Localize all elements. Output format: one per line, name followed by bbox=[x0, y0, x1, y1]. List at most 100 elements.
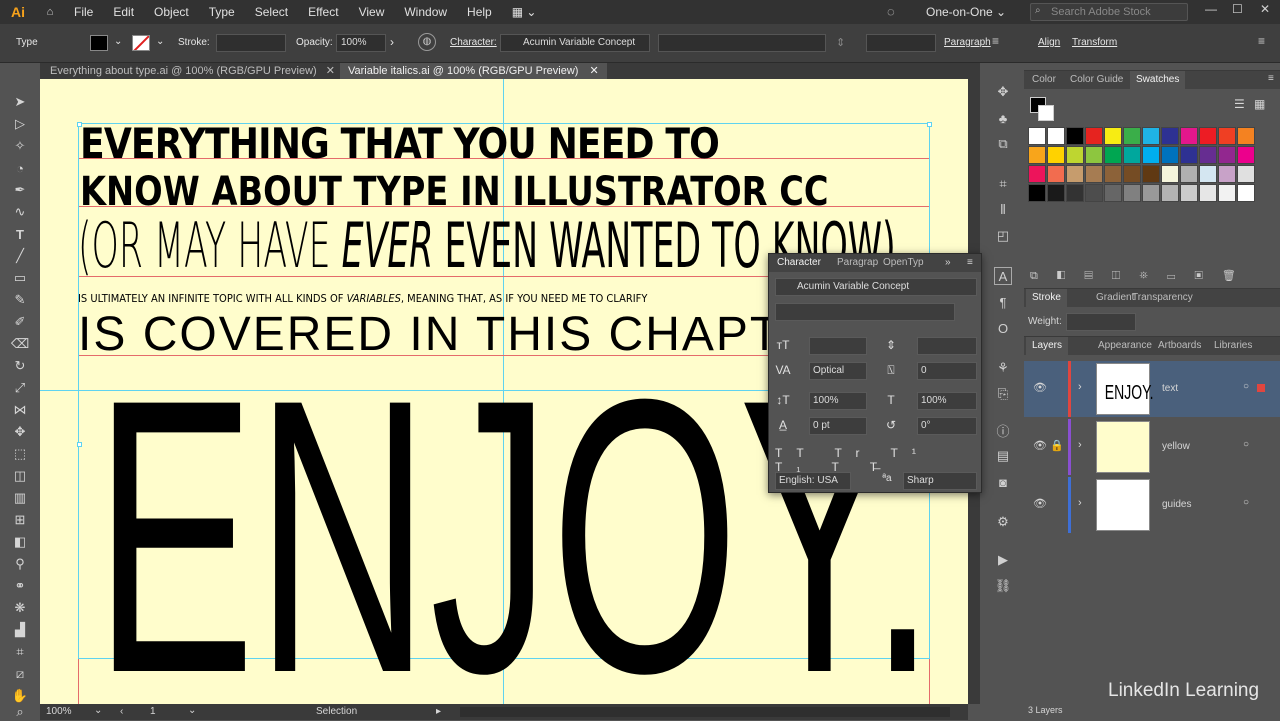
tab-swatches[interactable]: Swatches bbox=[1130, 71, 1186, 89]
color-swatch[interactable] bbox=[1104, 165, 1122, 183]
symbol-sprayer-icon[interactable]: ❋ bbox=[11, 599, 29, 617]
fill-dropdown-icon[interactable]: ⌄ bbox=[114, 36, 122, 47]
color-swatch[interactable] bbox=[1180, 146, 1198, 164]
color-swatch[interactable] bbox=[1066, 165, 1084, 183]
font-family-field[interactable]: Acumin Variable Concept bbox=[500, 34, 650, 52]
info-icon[interactable]: ⓘ bbox=[994, 421, 1012, 439]
text-style-buttons[interactable]: TT Tr T¹ T₁ T T̶ bbox=[775, 446, 981, 474]
color-swatch[interactable] bbox=[1218, 184, 1236, 202]
zoom-dropdown-icon[interactable]: ⌄ bbox=[94, 705, 102, 716]
align-label[interactable]: Align bbox=[1038, 37, 1060, 48]
leading-input[interactable] bbox=[917, 337, 977, 355]
menu-effect[interactable]: Effect bbox=[298, 0, 348, 24]
stroke-weight-field[interactable] bbox=[216, 34, 286, 52]
eyedropper-icon[interactable]: ⚲ bbox=[11, 555, 29, 573]
graphic-styles-icon[interactable]: ⚘ bbox=[994, 359, 1012, 377]
list-view-icon[interactable]: ☰ bbox=[1234, 97, 1245, 111]
opentype-panel-icon[interactable]: O bbox=[994, 319, 1012, 337]
selection-handle[interactable] bbox=[77, 122, 82, 127]
graph-tool-icon[interactable]: ▟ bbox=[11, 621, 29, 639]
panel-menu-icon[interactable]: ≡ bbox=[1268, 73, 1274, 84]
tab-everything-about-type[interactable]: Everything about type.ai @ 100% (RGB/GPU… bbox=[42, 63, 343, 79]
color-swatch[interactable] bbox=[1066, 184, 1084, 202]
menu-type[interactable]: Type bbox=[199, 0, 245, 24]
scale-tool-icon[interactable]: ⤢ bbox=[11, 379, 29, 397]
layer-name[interactable]: guides bbox=[1162, 499, 1191, 510]
selection-handle[interactable] bbox=[77, 442, 82, 447]
selection-handle[interactable] bbox=[927, 122, 932, 127]
color-swatch[interactable] bbox=[1161, 165, 1179, 183]
color-swatch[interactable] bbox=[1028, 165, 1046, 183]
antialias-select[interactable]: Sharp bbox=[903, 472, 977, 490]
fill-swatch[interactable] bbox=[90, 35, 108, 51]
arrange-documents-icon[interactable]: ▦ ⌄ bbox=[502, 0, 547, 24]
zoom-level[interactable]: 100% bbox=[46, 706, 72, 717]
artboard-tool-icon[interactable]: ⌗ bbox=[11, 643, 29, 661]
status-menu-arrow-icon[interactable]: ▸ bbox=[436, 706, 441, 717]
menu-file[interactable]: File bbox=[64, 0, 103, 24]
color-swatch[interactable] bbox=[1123, 127, 1141, 145]
language-select[interactable]: English: USA bbox=[775, 472, 851, 490]
tab-color[interactable]: Color bbox=[1026, 71, 1062, 89]
panel-menu-icon[interactable]: ≡ bbox=[967, 257, 973, 268]
color-swatch[interactable] bbox=[1199, 127, 1217, 145]
color-swatch[interactable] bbox=[1218, 165, 1236, 183]
expand-arrow-icon[interactable]: › bbox=[1078, 497, 1082, 509]
attributes-icon[interactable]: ◙ bbox=[994, 473, 1012, 491]
font-size-input[interactable] bbox=[809, 337, 867, 355]
color-swatch[interactable] bbox=[1142, 127, 1160, 145]
tab-variable-italics[interactable]: Variable italics.ai @ 100% (RGB/GPU Prev… bbox=[340, 63, 607, 79]
horizontal-scrollbar[interactable] bbox=[460, 707, 950, 717]
color-swatch[interactable] bbox=[1218, 146, 1236, 164]
rotate-tool-icon[interactable]: ↻ bbox=[11, 357, 29, 375]
artboard-dropdown-icon[interactable]: ⌄ bbox=[188, 705, 196, 716]
color-swatch[interactable] bbox=[1161, 146, 1179, 164]
stroke-color-swatch[interactable] bbox=[1038, 105, 1054, 121]
minimize-icon[interactable]: — bbox=[1205, 2, 1217, 16]
eraser-icon[interactable]: ⌫ bbox=[11, 335, 29, 353]
vertical-scale-input[interactable]: 100% bbox=[809, 392, 867, 410]
zoom-tool-icon[interactable]: ⌕ bbox=[11, 703, 29, 721]
baseline-shift-input[interactable]: 0 pt bbox=[809, 417, 867, 435]
tab-color-guide[interactable]: Color Guide bbox=[1064, 71, 1129, 89]
actions-play-icon[interactable]: ▶ bbox=[994, 551, 1012, 569]
links-icon[interactable]: ⎘ bbox=[994, 385, 1012, 403]
puppet-icon[interactable]: ✥ bbox=[994, 83, 1012, 101]
font-size-field[interactable] bbox=[866, 34, 936, 52]
curvature-tool-icon[interactable]: ∿ bbox=[11, 203, 29, 221]
selection-tool-icon[interactable]: ➤ bbox=[11, 93, 29, 111]
stroke-dropdown-icon[interactable]: ⌄ bbox=[156, 36, 164, 47]
color-swatch[interactable] bbox=[1123, 184, 1141, 202]
color-swatch[interactable] bbox=[1104, 146, 1122, 164]
color-swatch[interactable] bbox=[1123, 165, 1141, 183]
artboard-number[interactable]: 1 bbox=[150, 706, 156, 717]
menu-view[interactable]: View bbox=[349, 0, 395, 24]
grid-view-icon[interactable]: ▦ bbox=[1254, 97, 1265, 111]
color-swatch[interactable] bbox=[1104, 184, 1122, 202]
tab-opentype[interactable]: OpenTyp bbox=[879, 254, 928, 272]
color-swatch[interactable] bbox=[1237, 146, 1255, 164]
magic-wand-icon[interactable]: ✧ bbox=[11, 137, 29, 155]
color-swatch[interactable] bbox=[1123, 146, 1141, 164]
color-swatch[interactable] bbox=[1028, 146, 1046, 164]
lock-icon[interactable]: 🔒 bbox=[1050, 439, 1064, 452]
kerning-select[interactable]: Optical bbox=[809, 362, 867, 380]
menu-object[interactable]: Object bbox=[144, 0, 199, 24]
swatch-panel-footer-icons[interactable]: ⧉ ◧ ▤ ◫ ⛯ ▭ ▣ 🗑 bbox=[1030, 269, 1244, 283]
expand-arrow-icon[interactable]: › bbox=[1078, 381, 1082, 393]
selection-indicator[interactable] bbox=[1257, 384, 1265, 392]
color-swatch[interactable] bbox=[1047, 184, 1065, 202]
color-swatch[interactable] bbox=[1142, 184, 1160, 202]
color-swatch[interactable] bbox=[1237, 165, 1255, 183]
type-tool-icon[interactable]: T bbox=[11, 225, 29, 243]
rectangle-tool-icon[interactable]: ▭ bbox=[11, 269, 29, 287]
workspace-switcher[interactable]: One-on-One ⌄ bbox=[926, 5, 1006, 19]
color-swatch[interactable] bbox=[1199, 165, 1217, 183]
target-circle-icon[interactable]: ○ bbox=[1243, 497, 1249, 508]
search-input[interactable]: Search Adobe Stock bbox=[1030, 3, 1188, 21]
lasso-icon[interactable]: ◔ bbox=[11, 159, 29, 177]
color-swatch[interactable] bbox=[1180, 127, 1198, 145]
menu-window[interactable]: Window bbox=[394, 0, 457, 24]
color-swatch[interactable] bbox=[1237, 127, 1255, 145]
visibility-eye-icon[interactable]: 👁 bbox=[1033, 497, 1047, 510]
